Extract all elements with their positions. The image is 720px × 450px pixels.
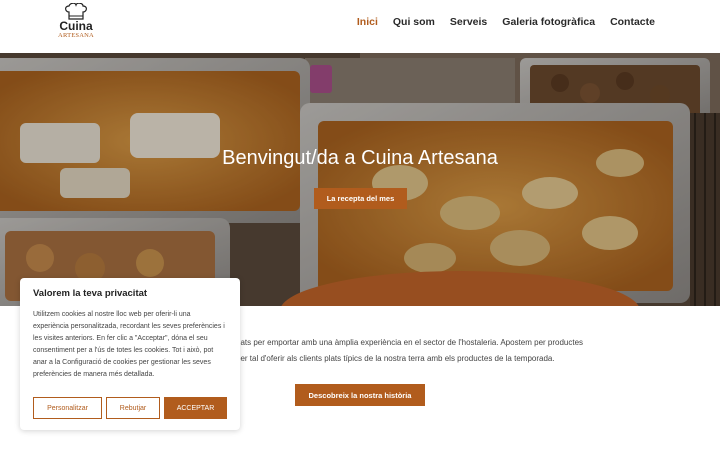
hero-section: Benvingut/da a Cuina Artesana La recepta… bbox=[0, 53, 720, 306]
logo-subtitle: ARTESANA bbox=[58, 32, 94, 39]
nav-item-qui-som[interactable]: Qui som bbox=[393, 16, 435, 28]
cookie-reject-button[interactable]: Rebutjar bbox=[106, 397, 160, 419]
cookie-customize-button[interactable]: Personalitzar bbox=[33, 397, 102, 419]
logo[interactable]: Cuina ARTESANA bbox=[56, 3, 96, 41]
cookie-title: Valorem la teva privacitat bbox=[33, 288, 148, 299]
intro-text-line-2: per tal d'oferir als clients plats típic… bbox=[236, 354, 555, 363]
cookie-consent-banner: Valorem la teva privacitat Utilitzem coo… bbox=[20, 278, 240, 430]
recipe-of-month-button[interactable]: La recepta del mes bbox=[314, 188, 407, 209]
nav-item-contacte[interactable]: Contacte bbox=[610, 16, 655, 28]
cookie-accept-button[interactable]: ACCEPTAR bbox=[164, 397, 227, 419]
main-nav: Inici Qui som Serveis Galeria fotogràfic… bbox=[357, 16, 655, 28]
nav-item-inici[interactable]: Inici bbox=[357, 16, 378, 28]
nav-item-galeria[interactable]: Galeria fotogràfica bbox=[502, 16, 595, 28]
hero-title: Benvingut/da a Cuina Artesana bbox=[222, 147, 498, 169]
cookie-description: Utilitzem cookies al nostre lloc web per… bbox=[33, 311, 225, 378]
intro-text-line-1: nats per emportar amb una àmplia experiè… bbox=[236, 338, 584, 347]
site-header: Cuina ARTESANA Inici Qui som Serveis Gal… bbox=[0, 0, 720, 53]
logo-name: Cuina bbox=[59, 19, 93, 33]
nav-item-serveis[interactable]: Serveis bbox=[450, 16, 487, 28]
our-story-button[interactable]: Descobreix la nostra història bbox=[295, 384, 425, 406]
